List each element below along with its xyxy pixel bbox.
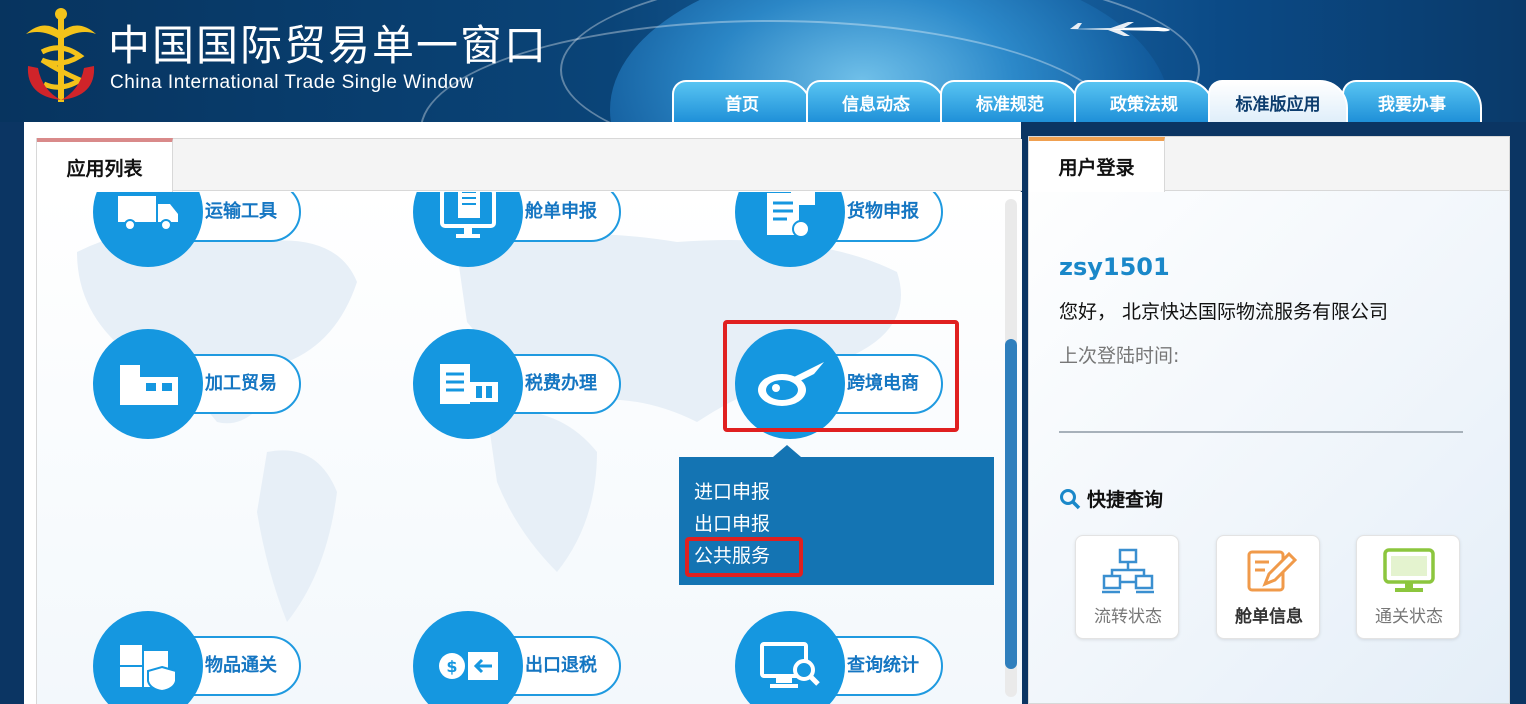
app-label: 加工贸易 <box>205 373 277 394</box>
quick-item-label: 舱单信息 <box>1235 607 1303 627</box>
app-grid: 运输工具 舱单申报 货物申报 加工贸易 税费办理 跨境电商 进口申报 出口申报 … <box>37 192 1022 704</box>
app-goods-clearance[interactable]: 物品通关 <box>93 611 303 704</box>
app-list-panel: 应用列表 运输工具 舱单申报 货物申报 加工贸易 税费办理 跨境电商 进口申报 … <box>24 122 1022 704</box>
app-label: 出口退税 <box>525 655 597 676</box>
monitor-icon <box>1383 548 1435 592</box>
site-title-cn: 中国国际贸易单一窗口 <box>108 21 549 70</box>
customs-logo-icon <box>26 8 96 102</box>
tab-home[interactable]: 首页 <box>672 80 812 122</box>
tab-standards[interactable]: 标准规范 <box>940 80 1080 122</box>
app-label: 运输工具 <box>205 201 277 222</box>
app-label: 税费办理 <box>525 373 597 394</box>
monitor-document-icon <box>440 192 496 238</box>
app-transport[interactable]: 运输工具 <box>93 192 303 267</box>
quick-item-manifest-info[interactable]: 舱单信息 <box>1216 535 1320 639</box>
truck-icon <box>118 196 178 231</box>
quick-item-label: 通关状态 <box>1375 607 1443 627</box>
edit-note-icon <box>1247 550 1297 592</box>
site-header: 中国国际贸易单一窗口 China International Trade Sin… <box>0 0 1526 122</box>
app-manifest[interactable]: 舱单申报 <box>413 192 623 267</box>
search-icon <box>1060 488 1081 509</box>
cargo-checklist-icon <box>767 192 815 238</box>
quick-item-label: 流转状态 <box>1094 607 1162 627</box>
main-nav: 首页 信息动态 标准规范 政策法规 标准版应用 我要办事 <box>672 80 1482 122</box>
network-flow-icon <box>1102 548 1154 594</box>
airplane-icon <box>1070 22 1170 36</box>
app-label: 货物申报 <box>847 201 919 222</box>
app-label: 舱单申报 <box>525 201 597 222</box>
package-shield-icon <box>120 645 177 691</box>
username: zsy1501 <box>1059 253 1170 281</box>
factory-icon <box>120 365 178 405</box>
highlight-box <box>723 320 959 432</box>
app-query-statistics[interactable]: 查询统计 <box>735 611 945 704</box>
tax-document-icon <box>440 364 498 404</box>
login-tab[interactable]: 用户登录 <box>1029 137 1165 192</box>
tab-services[interactable]: 我要办事 <box>1342 80 1482 122</box>
login-panel: 用户登录 zsy1501 您好， 北京快达国际物流服务有限公司 上次登陆时间: … <box>1028 136 1510 704</box>
quick-item-flow-status[interactable]: 流转状态 <box>1075 535 1179 639</box>
app-export-tax-refund[interactable]: $ 出口退税 <box>413 611 623 704</box>
app-label: 查询统计 <box>847 655 919 676</box>
app-tax-payment[interactable]: 税费办理 <box>413 329 623 439</box>
site-title-en: China International Trade Single Window <box>110 72 474 93</box>
svg-text:$: $ <box>446 657 457 676</box>
tab-policy[interactable]: 政策法规 <box>1074 80 1214 122</box>
monitor-search-icon <box>760 642 820 688</box>
quick-item-clearance-status[interactable]: 通关状态 <box>1356 535 1460 639</box>
divider <box>1059 431 1463 433</box>
submenu-popup: 进口申报 出口申报 公共服务 <box>679 445 994 585</box>
scrollbar[interactable] <box>1005 199 1017 697</box>
app-label: 物品通关 <box>205 655 277 676</box>
quick-query-title: 快捷查询 <box>1059 485 1163 512</box>
greeting-text: 您好， 北京快达国际物流服务有限公司 <box>1059 301 1389 323</box>
scrollbar-thumb[interactable] <box>1005 339 1017 669</box>
login-header: 用户登录 <box>1029 137 1509 192</box>
app-list-header: 应用列表 <box>37 138 1022 192</box>
app-processing-trade[interactable]: 加工贸易 <box>93 329 303 439</box>
highlight-box <box>685 537 803 577</box>
app-list-box: 应用列表 运输工具 舱单申报 货物申报 加工贸易 税费办理 跨境电商 进口申报 … <box>36 138 1022 704</box>
last-login-label: 上次登陆时间: <box>1059 345 1180 367</box>
quick-query-label: 快捷查询 <box>1087 489 1164 511</box>
tab-standard-apps[interactable]: 标准版应用 <box>1208 80 1348 122</box>
money-return-icon: $ <box>439 652 498 680</box>
submenu-item-import[interactable]: 进口申报 <box>694 477 770 504</box>
app-list-tab[interactable]: 应用列表 <box>37 138 173 192</box>
submenu-item-export[interactable]: 出口申报 <box>694 509 770 536</box>
tab-news[interactable]: 信息动态 <box>806 80 946 122</box>
app-cargo-declaration[interactable]: 货物申报 <box>735 192 945 267</box>
